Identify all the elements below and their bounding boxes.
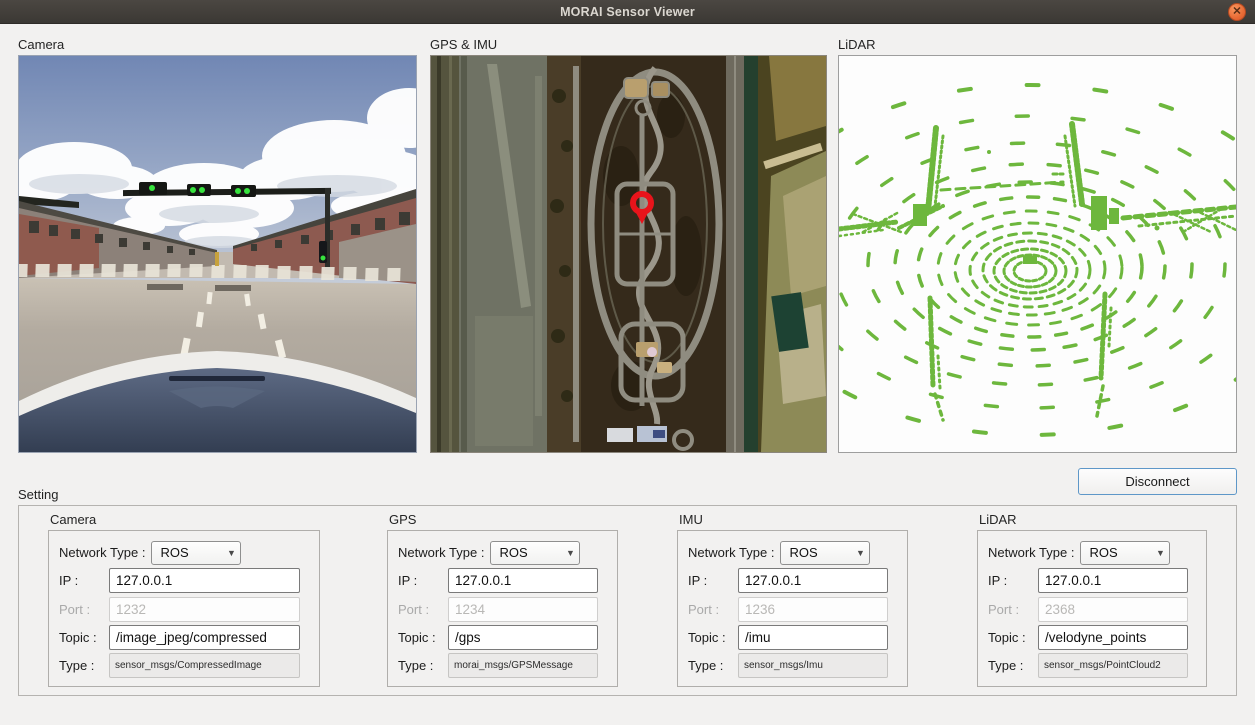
chevron-down-icon: ▼: [1151, 542, 1169, 564]
imu-settings-group: IMU Network Type : ROS ▼ IP : Port : Top…: [677, 512, 908, 687]
topic-label: Topic :: [398, 630, 448, 645]
ip-label: IP :: [688, 573, 738, 588]
port-label: Port :: [398, 602, 448, 617]
ip-label: IP :: [398, 573, 448, 588]
camera-viewport: [18, 55, 417, 453]
imu-topic-input[interactable]: [738, 625, 888, 650]
camera-ip-input[interactable]: [109, 568, 300, 593]
camera-scene-image: [19, 56, 416, 452]
type-label: Type :: [398, 658, 448, 673]
network-type-label: Network Type :: [59, 545, 145, 560]
lidar-settings-group: LiDAR Network Type : ROS ▼ IP : Port : T…: [977, 512, 1207, 687]
gps-topic-input[interactable]: [448, 625, 598, 650]
lidar-port-input: [1038, 597, 1188, 622]
close-icon: ✕: [1232, 6, 1241, 17]
lidar-type-input: [1038, 653, 1188, 678]
camera-panel-label: Camera: [18, 37, 64, 52]
topic-label: Topic :: [59, 630, 109, 645]
ip-label: IP :: [988, 573, 1038, 588]
disconnect-button[interactable]: Disconnect: [1078, 468, 1237, 495]
lidar-pointcloud: [839, 56, 1236, 452]
gps-type-input: [448, 653, 598, 678]
group-label: Camera: [50, 512, 320, 527]
group-label: GPS: [389, 512, 618, 527]
gps-settings-group: GPS Network Type : ROS ▼ IP : Port : Top…: [387, 512, 618, 687]
camera-topic-input[interactable]: [109, 625, 300, 650]
window-titlebar: MORAI Sensor Viewer ✕: [0, 0, 1255, 24]
imu-port-input: [738, 597, 888, 622]
gps-imu-viewport: [430, 55, 827, 453]
port-label: Port :: [688, 602, 738, 617]
type-label: Type :: [59, 658, 109, 673]
imu-ip-input[interactable]: [738, 568, 888, 593]
network-type-label: Network Type :: [688, 545, 774, 560]
gps-imu-panel-label: GPS & IMU: [430, 37, 497, 52]
camera-settings-group: Camera Network Type : ROS ▼ IP : Port : …: [48, 512, 320, 687]
imu-type-input: [738, 653, 888, 678]
lidar-topic-input[interactable]: [1038, 625, 1188, 650]
type-label: Type :: [988, 658, 1038, 673]
imu-network-type-select[interactable]: ROS ▼: [780, 541, 870, 565]
port-label: Port :: [988, 602, 1038, 617]
gps-satellite-map: [431, 56, 826, 452]
chevron-down-icon: ▼: [851, 542, 869, 564]
setting-section-label: Setting: [18, 487, 58, 502]
port-label: Port :: [59, 602, 109, 617]
group-label: IMU: [679, 512, 908, 527]
chevron-down-icon: ▼: [561, 542, 579, 564]
camera-network-type-select[interactable]: ROS ▼: [151, 541, 241, 565]
ip-label: IP :: [59, 573, 109, 588]
type-label: Type :: [688, 658, 738, 673]
lidar-ip-input[interactable]: [1038, 568, 1188, 593]
gps-network-type-select[interactable]: ROS ▼: [490, 541, 580, 565]
group-label: LiDAR: [979, 512, 1207, 527]
network-type-label: Network Type :: [988, 545, 1074, 560]
network-type-label: Network Type :: [398, 545, 484, 560]
gps-port-input: [448, 597, 598, 622]
close-button[interactable]: ✕: [1228, 3, 1246, 21]
camera-port-input: [109, 597, 300, 622]
chevron-down-icon: ▼: [222, 542, 240, 564]
topic-label: Topic :: [688, 630, 738, 645]
lidar-network-type-select[interactable]: ROS ▼: [1080, 541, 1170, 565]
window-title: MORAI Sensor Viewer: [560, 5, 695, 19]
gps-ip-input[interactable]: [448, 568, 598, 593]
topic-label: Topic :: [988, 630, 1038, 645]
lidar-viewport: [838, 55, 1237, 453]
camera-type-input: [109, 653, 300, 678]
lidar-panel-label: LiDAR: [838, 37, 876, 52]
